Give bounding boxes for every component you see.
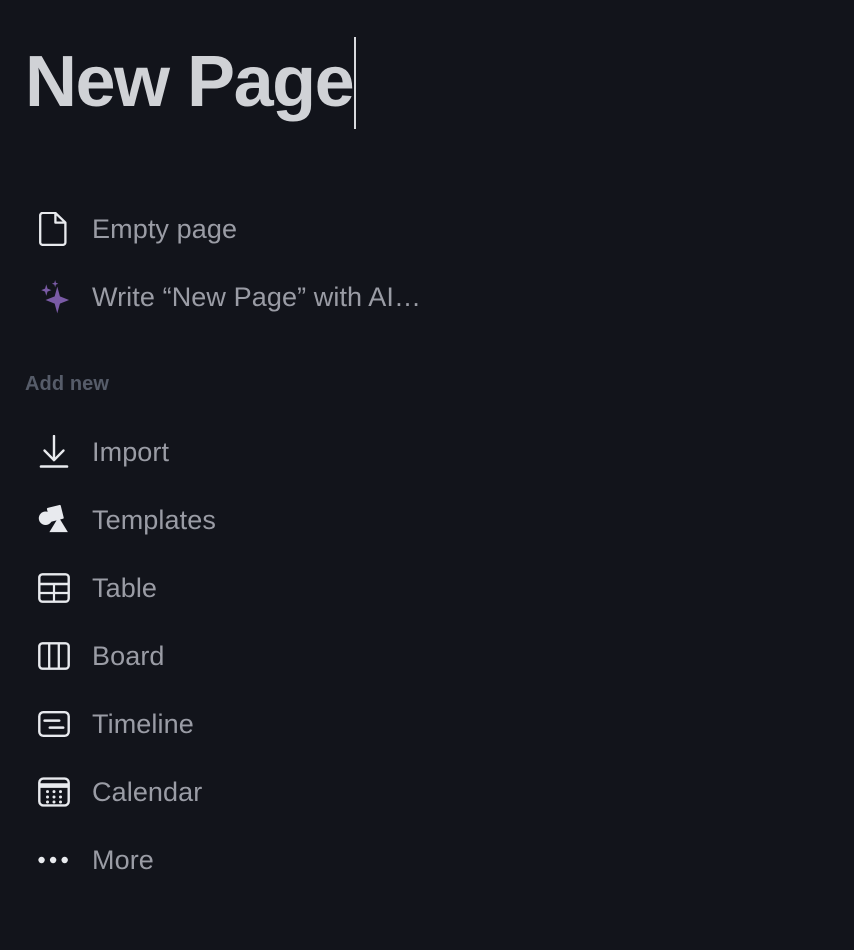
- menu-item-more[interactable]: More: [24, 838, 544, 882]
- menu-item-label: Table: [92, 573, 158, 603]
- menu-item-timeline[interactable]: Timeline: [24, 702, 544, 746]
- menu-item-templates[interactable]: Templates: [24, 498, 544, 542]
- menu-item-label: More: [92, 845, 154, 875]
- menu-item-label: Write “New Page” with AI…: [92, 282, 422, 312]
- timeline-bars-icon: [24, 702, 70, 746]
- page-title-row[interactable]: New Page: [25, 34, 357, 130]
- menu-item-label: Board: [92, 641, 165, 671]
- menu-item-label: Import: [92, 437, 170, 467]
- menu-item-label: Timeline: [92, 709, 194, 739]
- page-title[interactable]: New Page: [25, 34, 355, 130]
- board-columns-icon: [24, 634, 70, 678]
- new-page-menu-screen: New Page Empty page Write “New Page” wit…: [0, 0, 854, 950]
- ellipsis-icon: [24, 838, 70, 882]
- menu-item-write-with-ai[interactable]: Write “New Page” with AI…: [24, 275, 544, 319]
- menu-item-label: Templates: [92, 505, 216, 535]
- menu-item-table[interactable]: Table: [24, 566, 544, 610]
- menu-item-calendar[interactable]: Calendar: [24, 770, 544, 814]
- menu-item-empty-page[interactable]: Empty page: [24, 207, 544, 251]
- menu-item-label: Calendar: [92, 777, 203, 807]
- shapes-icon: [24, 498, 70, 542]
- text-cursor: [354, 37, 357, 129]
- menu-item-label: Empty page: [92, 214, 238, 244]
- menu-item-import[interactable]: Import: [24, 430, 544, 474]
- section-label-add-new: Add new: [25, 373, 110, 395]
- calendar-icon: [24, 770, 70, 814]
- ai-sparkle-icon: [24, 275, 70, 319]
- menu-item-board[interactable]: Board: [24, 634, 544, 678]
- table-grid-icon: [24, 566, 70, 610]
- document-icon: [24, 207, 70, 251]
- download-arrow-icon: [24, 430, 70, 474]
